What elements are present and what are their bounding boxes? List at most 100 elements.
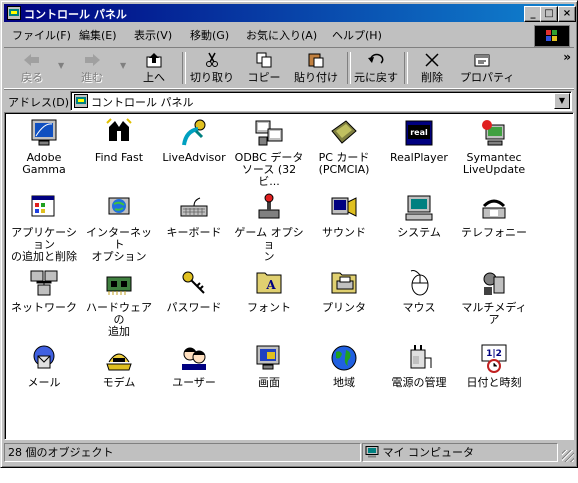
windows-logo [534,25,570,47]
delete-button[interactable]: 削除 [410,50,454,86]
control-panel-item[interactable]: ユーザー [157,342,231,389]
network-icon [30,270,58,296]
date-time-icon: 1|2 [481,344,507,373]
control-panel-item-label: メール [7,377,81,389]
maximize-button[interactable]: □ [540,6,558,22]
toolbar-separator [404,52,408,84]
up-folder-icon [146,53,162,68]
forward-dropdown-icon[interactable]: ▼ [120,61,126,70]
copy-button[interactable]: コピー [242,50,286,86]
liveadvisor-icon [182,119,206,146]
control-panel-item-label: システム [382,227,456,239]
label-line-1: キーボード [166,226,222,239]
control-panel-item[interactable]: 地域 [307,342,381,389]
control-panel-item[interactable]: テレフォニー [457,192,531,239]
label-line-1: ゲーム オプショ [234,226,304,251]
control-panel-item[interactable]: real RealPlayer [382,117,456,164]
resize-grip[interactable] [562,450,574,462]
back-dropdown-icon[interactable]: ▼ [58,61,64,70]
system-icon [405,195,433,221]
label-line-1: RealPlayer [390,151,448,164]
control-panel-item[interactable]: マルチメディア [457,267,531,326]
paste-button[interactable]: 貼り付け [294,50,338,86]
control-panel-item[interactable]: ネットワーク [7,267,81,314]
label-line-1: ネットワーク [11,301,77,314]
add-hardware-icon [106,276,132,295]
control-panel-item-label: テレフォニー [457,227,531,239]
menu-file[interactable]: ファイル(F) [12,27,71,43]
label-line-2: ソース (32ビ... [241,163,297,188]
control-panel-item[interactable]: インターネット オプション [82,192,156,263]
control-panel-item-label: マルチメディア [457,302,531,326]
paste-icon [308,53,324,68]
label-line-1: モデム [102,376,136,389]
control-panel-item[interactable]: ODBC データ ソース (32ビ... [232,117,306,188]
find-fast-icon [106,118,132,141]
control-panel-item[interactable]: プリンタ [307,267,381,314]
toolbar-separator [347,52,351,84]
address-dropdown-button[interactable]: ▼ [554,93,570,109]
control-panel-item[interactable]: Symantec LiveUpdate [457,117,531,176]
control-panel-item[interactable]: Find Fast [82,117,156,164]
control-panel-item-label: モデム [82,377,156,389]
up-button[interactable]: 上へ [132,50,176,86]
menu-view[interactable]: 表示(V) [134,27,172,43]
control-panel-item[interactable]: A フォント [232,267,306,314]
control-panel-item[interactable]: マウス [382,267,456,314]
label-line-2: オプション [91,250,147,263]
control-panel-item-label: Adobe Gamma [7,152,81,176]
control-panel-item[interactable]: Adobe Gamma [7,117,81,176]
mouse-icon [410,270,429,296]
toolbar-more-chevron-icon[interactable]: » [563,50,571,64]
menu-favorites[interactable]: お気に入り(A) [246,27,317,43]
properties-button[interactable]: プロパティ [460,50,514,86]
label-line-1: ハードウェアの [86,301,152,326]
menu-edit[interactable]: 編集(E) [79,27,117,43]
control-panel-item[interactable]: システム [382,192,456,239]
control-panel-item[interactable]: ハードウェアの 追加 [82,267,156,338]
svg-text:real: real [410,128,428,137]
label-line-1: メール [27,376,61,389]
telephony-icon [482,199,506,219]
control-panel-item[interactable]: キーボード [157,192,231,239]
control-panel-item[interactable]: パスワード [157,267,231,314]
undo-button[interactable]: 元に戻す [354,50,398,86]
control-panel-item[interactable]: アプリケーション の追加と削除 [7,192,81,263]
regional-settings-icon [331,345,357,371]
title-bar[interactable]: コントロール パネル _ □ × [4,4,576,22]
control-panel-item[interactable]: ゲーム オプション [232,192,306,263]
modem-icon [106,353,132,371]
control-panel-item[interactable]: 電源の管理 [382,342,456,389]
sound-icon [331,197,357,217]
forward-button[interactable]: 進む [70,50,114,86]
control-panel-item-label: PC カード (PCMCIA) [307,152,381,176]
address-value: コントロール パネル [91,96,194,109]
control-panel-item[interactable]: サウンド [307,192,381,239]
control-panel-item-label: アプリケーション の追加と削除 [7,227,81,263]
label-line-1: インターネット [86,226,152,251]
svg-text:A: A [265,278,276,292]
control-panel-item[interactable]: モデム [82,342,156,389]
status-zone: マイ コンピュータ [362,443,558,462]
delete-x-icon [425,53,439,67]
add-remove-programs-icon [31,195,55,217]
address-input[interactable]: コントロール パネル ▼ [70,91,572,111]
control-panel-item[interactable]: PC カード (PCMCIA) [307,117,381,176]
cut-button[interactable]: 切り取り [190,50,234,86]
control-panel-item[interactable]: メール [7,342,81,389]
close-button[interactable]: × [558,6,576,22]
label-line-1: パスワード [166,301,222,314]
label-line-1: プリンタ [322,301,366,314]
control-panel-item[interactable]: LiveAdvisor [157,117,231,164]
back-button[interactable]: 戻る [10,50,54,86]
control-panel-item[interactable]: 1|2 日付と時刻 [457,342,531,389]
undo-icon [368,53,384,64]
label-line-1: サウンド [322,226,366,239]
menu-go[interactable]: 移動(G) [190,27,229,43]
status-bar: 28 個のオブジェクト マイ コンピュータ [4,442,574,462]
control-panel-item[interactable]: 画面 [232,342,306,389]
control-panel-item-label: 画面 [232,377,306,389]
label-line-1: 画面 [258,376,280,389]
menu-help[interactable]: ヘルプ(H) [332,27,382,43]
control-panel-small-icon [74,94,88,108]
